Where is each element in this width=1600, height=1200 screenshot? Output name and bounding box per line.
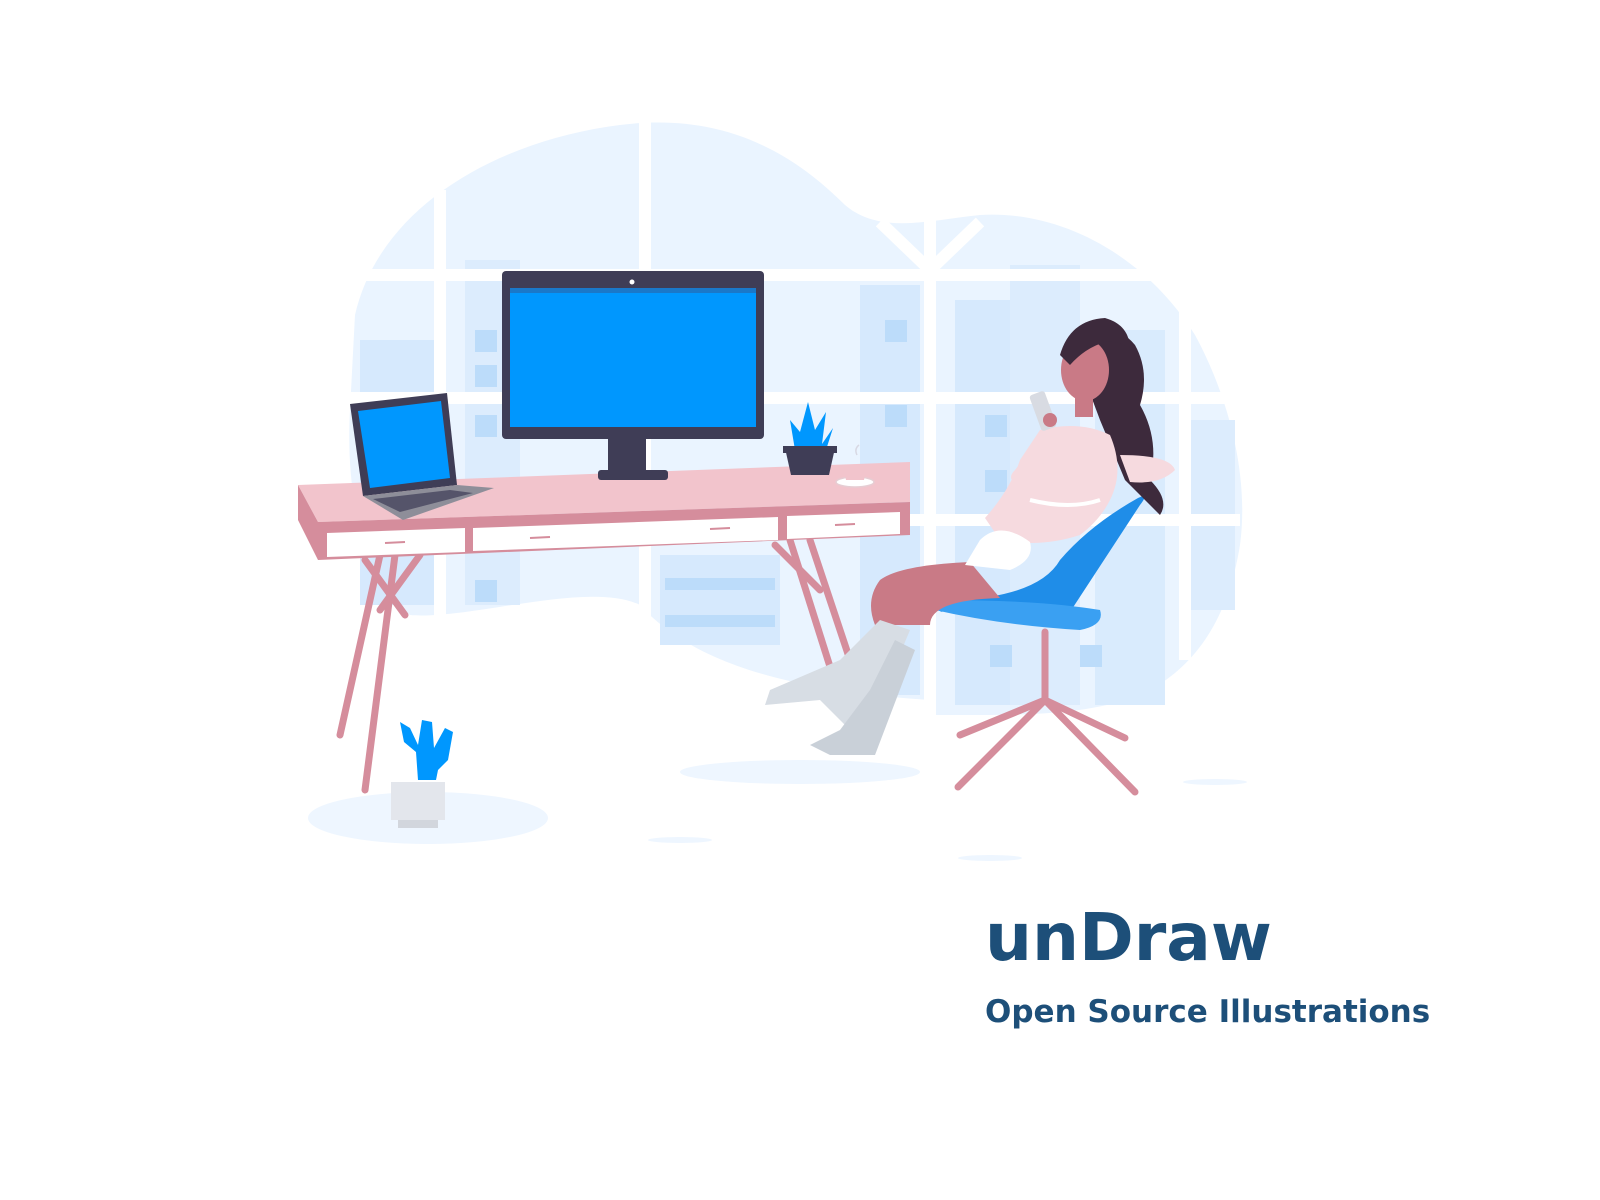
cactus-icon (391, 720, 453, 828)
brand-title: unDraw (985, 899, 1272, 976)
brand-tagline: Open Source Illustrations (985, 994, 1431, 1030)
brand-block: unDraw Open Source Illustrations (985, 905, 1545, 1028)
